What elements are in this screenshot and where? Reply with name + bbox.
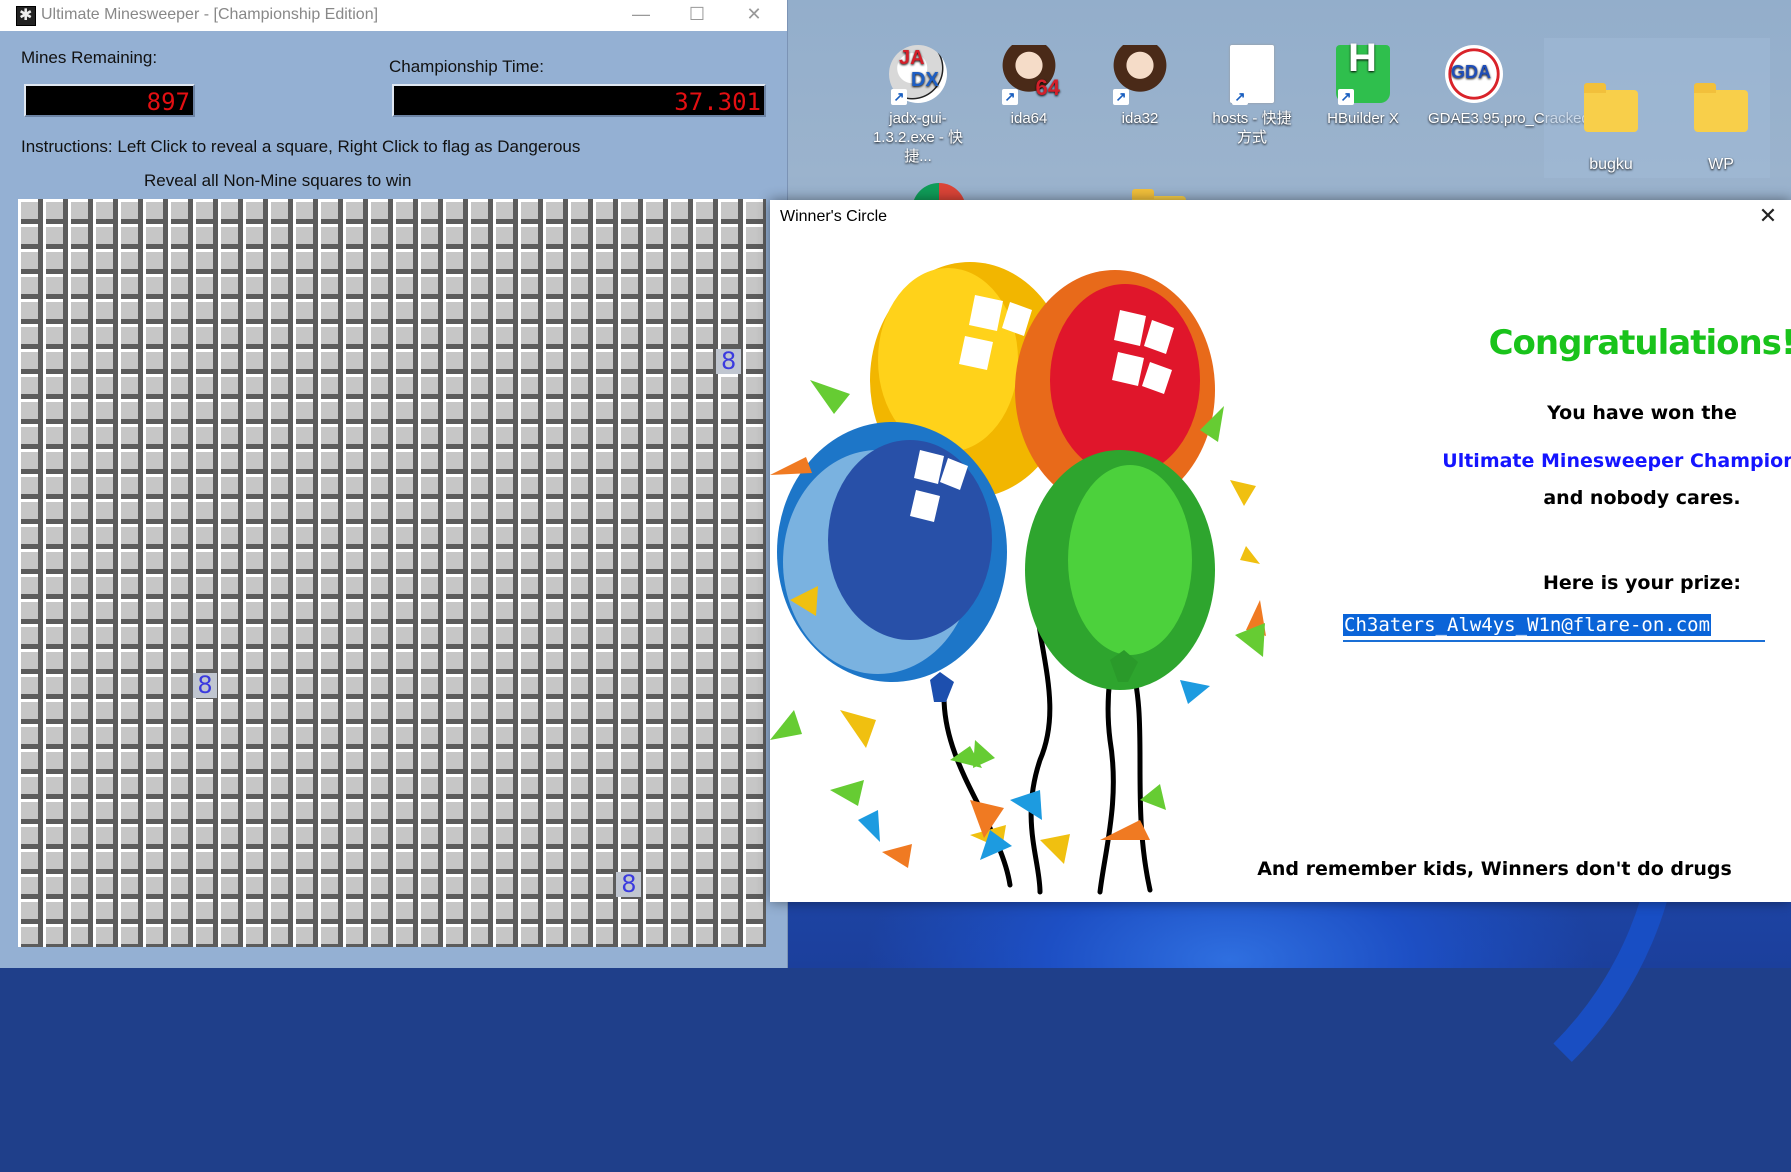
prize-field[interactable]: Ch3aters_Alw4ys_W1n@flare-on.com — [1343, 610, 1765, 642]
folder-panel: bugku WP — [1544, 38, 1770, 178]
title-bar[interactable]: Ultimate Minesweeper - [Championship Edi… — [0, 0, 787, 31]
championship-time-counter: 37.301 — [392, 84, 766, 117]
prize-label: Here is your prize: — [1542, 572, 1742, 594]
instructions-text: Instructions: Left Click to reveal a squ… — [21, 137, 581, 156]
desktop-icon-ida32[interactable]: ↗ ida32 — [1094, 45, 1186, 128]
desktop-icon-label: hosts - 快捷方式 — [1212, 110, 1292, 146]
file-icon: ↗ — [1230, 45, 1274, 105]
prize-text[interactable]: Ch3aters_Alw4ys_W1n@flare-on.com — [1343, 614, 1712, 636]
folder-icon[interactable] — [1584, 83, 1638, 132]
minefield-grid[interactable]: 8 8 8 — [18, 199, 766, 947]
folder-label-bugku[interactable]: bugku — [1561, 156, 1661, 174]
folder-label-wp[interactable]: WP — [1671, 156, 1771, 174]
winners-circle-dialog: Winner's Circle ✕ Congratulations! You h… — [770, 200, 1791, 902]
balloons-illustration — [770, 262, 1266, 895]
revealed-cell[interactable]: 8 — [616, 872, 642, 898]
desktop-icon-label: ida64 — [1010, 110, 1048, 127]
congratulations-heading: Congratulations! — [1488, 323, 1791, 363]
desktop-icon-jadx[interactable]: JA DX ↗ jadx-gui-1.3.2.exe - 快捷... — [872, 45, 964, 166]
goal-text: Reveal all Non-Mine squares to win — [144, 171, 412, 190]
nobody-cares-text: and nobody cares. — [1543, 487, 1741, 509]
desktop-icon-label: ida32 — [1121, 110, 1159, 127]
mines-remaining-counter: 897 — [24, 84, 195, 117]
jadx-icon: JA DX ↗ — [889, 45, 947, 105]
minesweeper-window: Ultimate Minesweeper - [Championship Edi… — [0, 0, 788, 968]
gda-icon: GDA — [1445, 45, 1503, 103]
desktop-icon-label: jadx-gui-1.3.2.exe - 快捷... — [872, 110, 964, 165]
maximize-button[interactable]: ☐ — [669, 0, 725, 31]
close-button[interactable]: ✕ — [726, 0, 782, 31]
folder-icon[interactable] — [1694, 83, 1748, 132]
mines-remaining-label: Mines Remaining: — [21, 48, 158, 67]
dialog-title: Winner's Circle — [780, 208, 888, 225]
won-text: You have won the — [1547, 402, 1737, 424]
mine-icon — [16, 5, 36, 26]
revealed-cell[interactable]: 8 — [716, 348, 742, 374]
desktop-icon-label: HBuilder X — [1327, 110, 1399, 127]
desktop-icon-ida64[interactable]: 64 ↗ ida64 — [983, 45, 1075, 128]
unrevealed-tiles[interactable] — [18, 199, 766, 947]
revealed-cell[interactable]: 8 — [192, 672, 218, 698]
hbuilder-icon: H ↗ — [1336, 38, 1390, 105]
desktop-icon-hbuilder[interactable]: H ↗ HBuilder X — [1317, 38, 1409, 128]
footer-text: And remember kids, Winners don't do drug… — [1257, 858, 1732, 880]
ida64-icon: 64 ↗ — [1000, 45, 1060, 105]
minimize-button[interactable]: — — [613, 0, 669, 31]
desktop-icon-gda[interactable]: GDA GDAE3.95.pro_Cracked_... — [1428, 45, 1611, 128]
ida32-icon: ↗ — [1111, 45, 1169, 105]
close-button[interactable]: ✕ — [1745, 200, 1791, 234]
window-title: Ultimate Minesweeper - [Championship Edi… — [41, 6, 379, 23]
championship-text: Ultimate Minesweeper Championship — [1442, 450, 1791, 472]
desktop-icon-hosts[interactable]: ↗ hosts - 快捷方式 — [1206, 45, 1298, 147]
championship-time-label: Championship Time: — [389, 57, 544, 76]
